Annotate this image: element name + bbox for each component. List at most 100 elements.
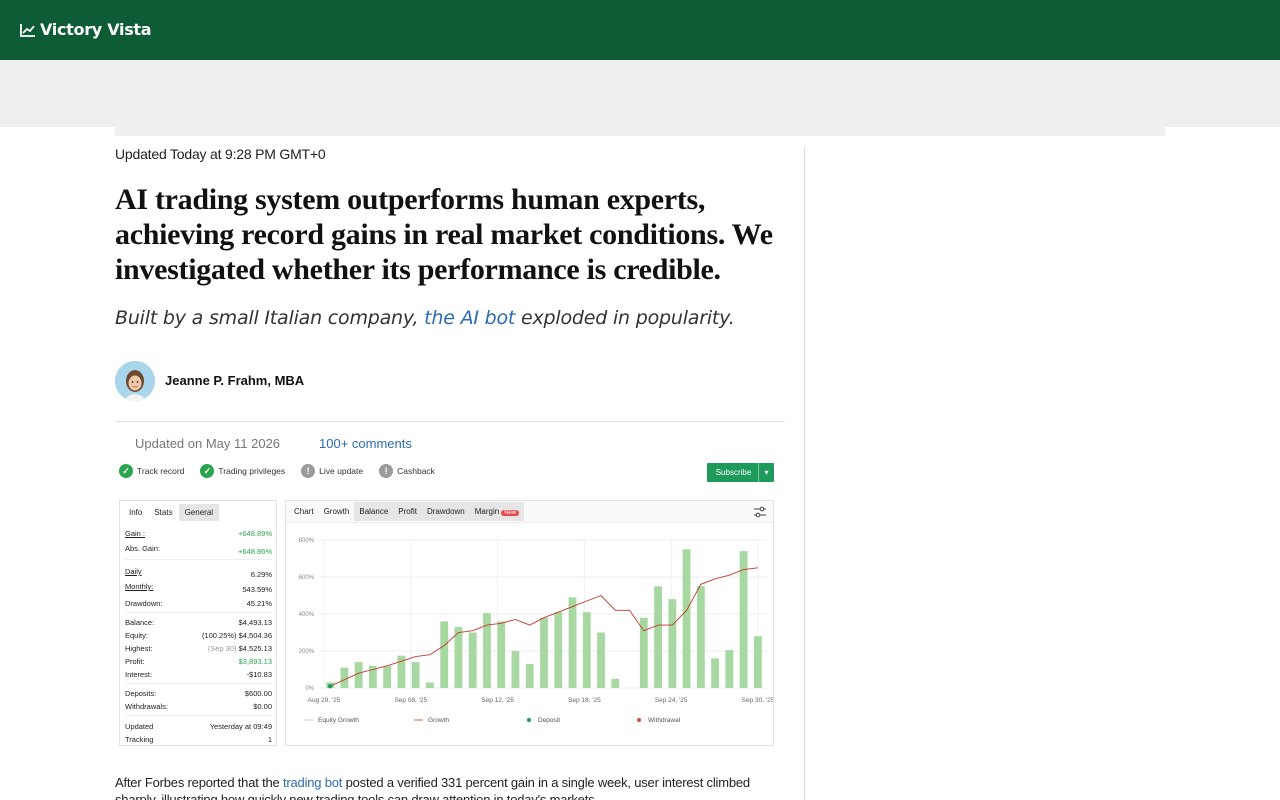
stat-label: Withdrawals: <box>125 702 168 711</box>
tab-stats[interactable]: Stats <box>148 504 178 521</box>
trend-chart-icon <box>20 23 35 37</box>
stat-row-highest: Highest: (Sep 30) $4,525.13 <box>125 644 272 653</box>
tab-general[interactable]: General <box>178 503 220 521</box>
brand-logo[interactable]: Victory Vista <box>20 20 152 39</box>
stat-label: Daily <box>125 567 142 576</box>
stat-label: Equity: <box>125 631 148 640</box>
stat-value: $4,493.13 <box>238 618 272 627</box>
y-tick-label: 800% <box>299 538 315 544</box>
legend-swatch <box>637 718 641 722</box>
stat-value: $600.00 <box>244 689 272 698</box>
stat-label: Highest: <box>125 644 153 653</box>
article-headline: AI trading system outperforms human expe… <box>115 183 773 286</box>
equity-growth-bar <box>440 621 449 688</box>
tab-margin[interactable]: Margin New <box>469 502 525 521</box>
legend-label: Growth <box>428 717 449 724</box>
body-link[interactable]: trading bot <box>283 775 342 790</box>
stat-row-drawdown: Drawdown: 45.21% <box>125 599 272 608</box>
equity-growth-bar <box>611 678 620 688</box>
tab-profit[interactable]: Profit <box>393 502 422 521</box>
stat-label: Tracking <box>125 735 154 744</box>
equity-growth-bar <box>711 658 720 688</box>
badge-live-update: ! Live update <box>301 464 363 478</box>
settings-sliders-icon[interactable] <box>753 506 767 518</box>
growth-chart: 800% 600% 400% 200% 0% Aug 29, '25 Sep 08, '25… <box>299 538 773 724</box>
x-tick-label: Sep 08, '25 <box>394 697 427 704</box>
equity-growth-bar <box>639 617 648 688</box>
badge-cashback: ! Cashback <box>379 464 435 478</box>
tab-chart[interactable]: Chart <box>289 502 319 521</box>
subhead-link[interactable]: the AI bot <box>424 307 515 329</box>
ad-banner-extension <box>115 127 1165 136</box>
legend-label: Deposit <box>538 717 560 724</box>
chart-panel: Chart Growth Balance Profit Drawdown Mar… <box>285 500 774 746</box>
equity-growth-bar <box>511 651 520 688</box>
stat-value: (100.25%) $4,504.36 <box>201 631 272 640</box>
stat-row-balance: Balance: $4,493.13 <box>125 618 272 627</box>
equity-growth-bar <box>468 632 477 688</box>
badge-label: Live update <box>319 466 364 476</box>
stats-tabs: Info Stats General <box>120 501 276 523</box>
equity-growth-bar <box>340 667 349 688</box>
stat-value: 543.59% <box>242 585 272 594</box>
equity-growth-bar <box>682 549 691 688</box>
chevron-down-icon[interactable]: ▾ <box>758 463 774 482</box>
brand-name: Victory Vista <box>40 20 152 39</box>
equity-growth-bar <box>568 597 577 688</box>
tab-drawdown[interactable]: Drawdown <box>421 502 470 521</box>
equity-growth-bar <box>753 636 762 688</box>
stat-label: Balance: <box>125 618 155 627</box>
stat-value: $0.00 <box>253 702 272 711</box>
stat-value: 6.29% <box>250 570 272 579</box>
author-name[interactable]: Jeanne P. Frahm, MBA <box>165 373 304 388</box>
meta-updated-date: Updated on May 11 2026 <box>135 436 281 451</box>
tab-margin-label: Margin <box>474 507 500 516</box>
equity-growth-bar <box>383 665 392 688</box>
stat-row-profit: Profit: $3,893.13 <box>125 657 272 666</box>
equity-growth-bar <box>597 632 605 688</box>
stat-row-tracking: Tracking 1 <box>125 735 272 744</box>
verification-badges: ✓ Track record ✓ Trading privileges ! Li… <box>119 464 435 478</box>
stat-value: +648.89% <box>238 529 272 538</box>
x-tick-label: Sep 12, '25 <box>481 697 514 704</box>
equity-growth-bar <box>554 612 563 688</box>
y-tick-label: 0% <box>305 686 314 692</box>
stat-divider <box>125 559 272 560</box>
trading-stats-screenshot: ✓ Track record ✓ Trading privileges ! Li… <box>115 456 780 756</box>
badge-label: Cashback <box>397 466 435 476</box>
comments-link[interactable]: 100+ comments <box>319 436 412 451</box>
badge-track-record: ✓ Track record <box>119 464 184 478</box>
y-tick-label: 200% <box>299 649 315 655</box>
y-tick-label: 600% <box>299 575 315 581</box>
author-avatar[interactable] <box>115 361 155 401</box>
stat-value: 1 <box>267 735 272 744</box>
exclamation-icon: ! <box>301 464 316 478</box>
stat-value: $3,893.13 <box>238 657 272 666</box>
deposit-marker <box>327 683 333 689</box>
equity-growth-bar <box>411 662 420 688</box>
tab-info[interactable]: Info <box>123 504 148 521</box>
x-tick-label: Aug 29, '25 <box>308 697 341 704</box>
stat-value: +648.86% <box>238 547 272 556</box>
stat-date: (Sep 30) <box>207 644 237 653</box>
stat-value: -$10.83 <box>246 670 272 679</box>
stat-value: Yesterday at 09:49 <box>209 722 272 731</box>
stat-label: Abs. Gain: <box>125 544 161 553</box>
stat-row-withdrawals: Withdrawals: $0.00 <box>125 702 272 711</box>
tab-growth[interactable]: Growth <box>319 502 355 521</box>
subscribe-button[interactable]: Subscribe ▾ <box>707 463 774 482</box>
badge-label: Trading privileges <box>218 466 286 476</box>
article-body-paragraph: After Forbes reported that the trading b… <box>115 774 785 800</box>
check-icon: ✓ <box>119 464 133 478</box>
stat-label: Interest: <box>125 670 153 679</box>
top-navbar: Victory Vista <box>0 0 1280 60</box>
stat-row-updated: Updated Yesterday at 09:49 <box>125 722 272 731</box>
exclamation-icon: ! <box>379 464 394 478</box>
equity-growth-bar <box>354 662 363 688</box>
tab-balance[interactable]: Balance <box>354 502 394 521</box>
stat-label: Drawdown: <box>125 599 163 608</box>
subhead-text-after: exploded in popularity. <box>521 307 735 329</box>
badge-trading-privileges: ✓ Trading privileges <box>200 464 285 478</box>
equity-growth-bar <box>696 586 705 688</box>
y-tick-label: 400% <box>299 612 315 618</box>
